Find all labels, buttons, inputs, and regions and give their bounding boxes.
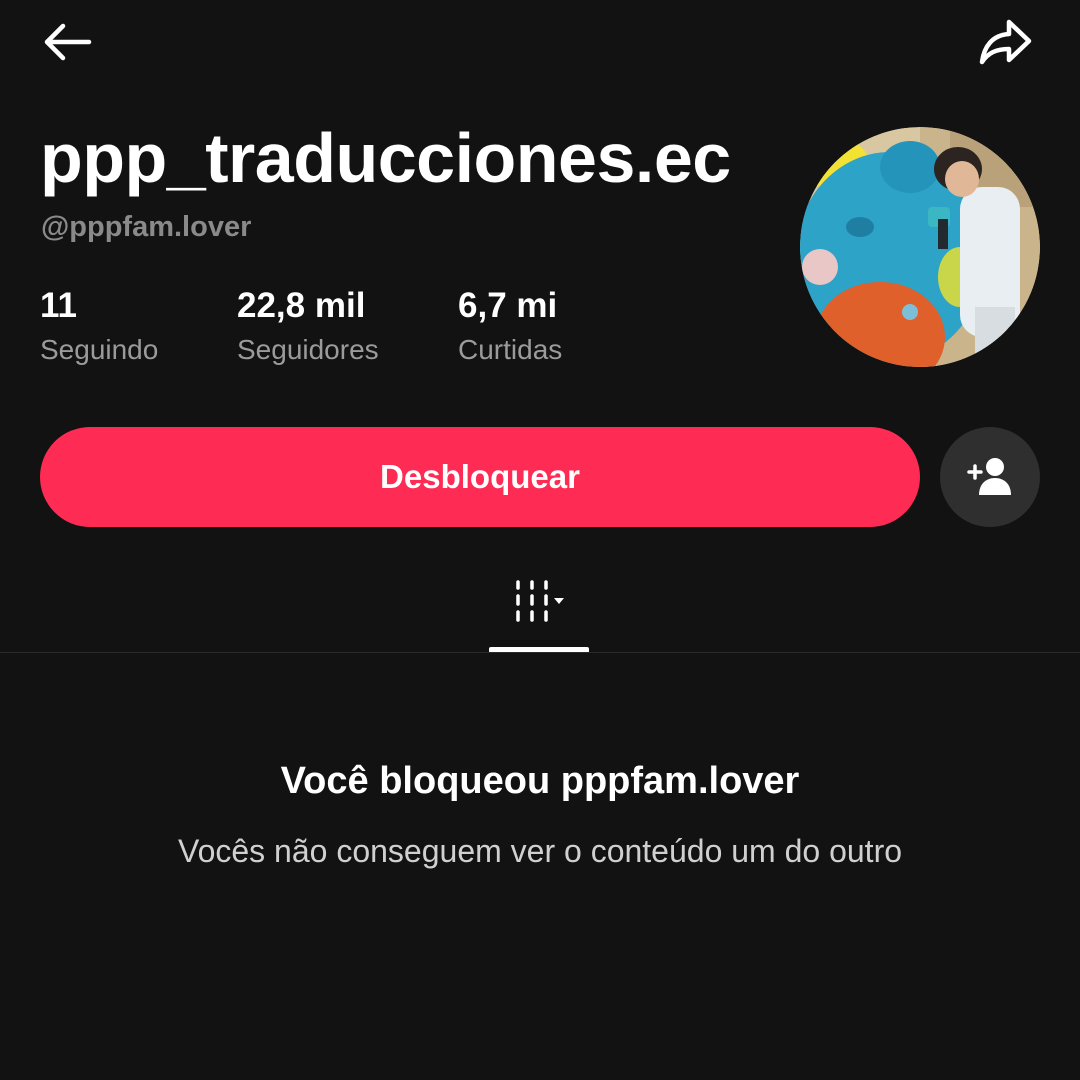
tab-divider [0,652,1080,653]
blocked-title: Você bloqueou pppfam.lover [280,760,800,802]
stat-followers[interactable]: 22,8 mil Seguidores [237,286,379,368]
profile-photo [800,127,1040,367]
blocked-message: Vocês não conseguem ver o conteúdo um do… [177,833,903,869]
stat-likes: 6,7 mi Curtidas [458,286,562,368]
tab-videos[interactable] [489,570,589,652]
avatar[interactable] [800,127,1040,367]
arrow-left-icon [44,23,92,61]
stat-likes-value: 6,7 mi [458,286,558,325]
profile-display-name: ppp_traducciones.ec [40,119,731,197]
share-button[interactable] [974,14,1038,70]
add-person-icon [967,458,1011,495]
add-friend-button[interactable] [940,427,1040,527]
share-arrow-icon [979,19,1032,65]
stat-likes-label: Curtidas [458,334,563,365]
stat-following-value: 11 [40,286,77,325]
caret-down-icon [554,598,564,604]
profile-username: @pppfam.lover [41,211,252,243]
grid-icon [516,580,564,622]
unblock-button[interactable]: Desbloquear [40,427,920,527]
stat-following[interactable]: 11 Seguindo [40,286,158,368]
back-button[interactable] [36,14,98,70]
stat-followers-label: Seguidores [237,334,379,365]
stat-following-label: Seguindo [40,334,159,365]
stat-followers-value: 22,8 mil [237,286,366,325]
